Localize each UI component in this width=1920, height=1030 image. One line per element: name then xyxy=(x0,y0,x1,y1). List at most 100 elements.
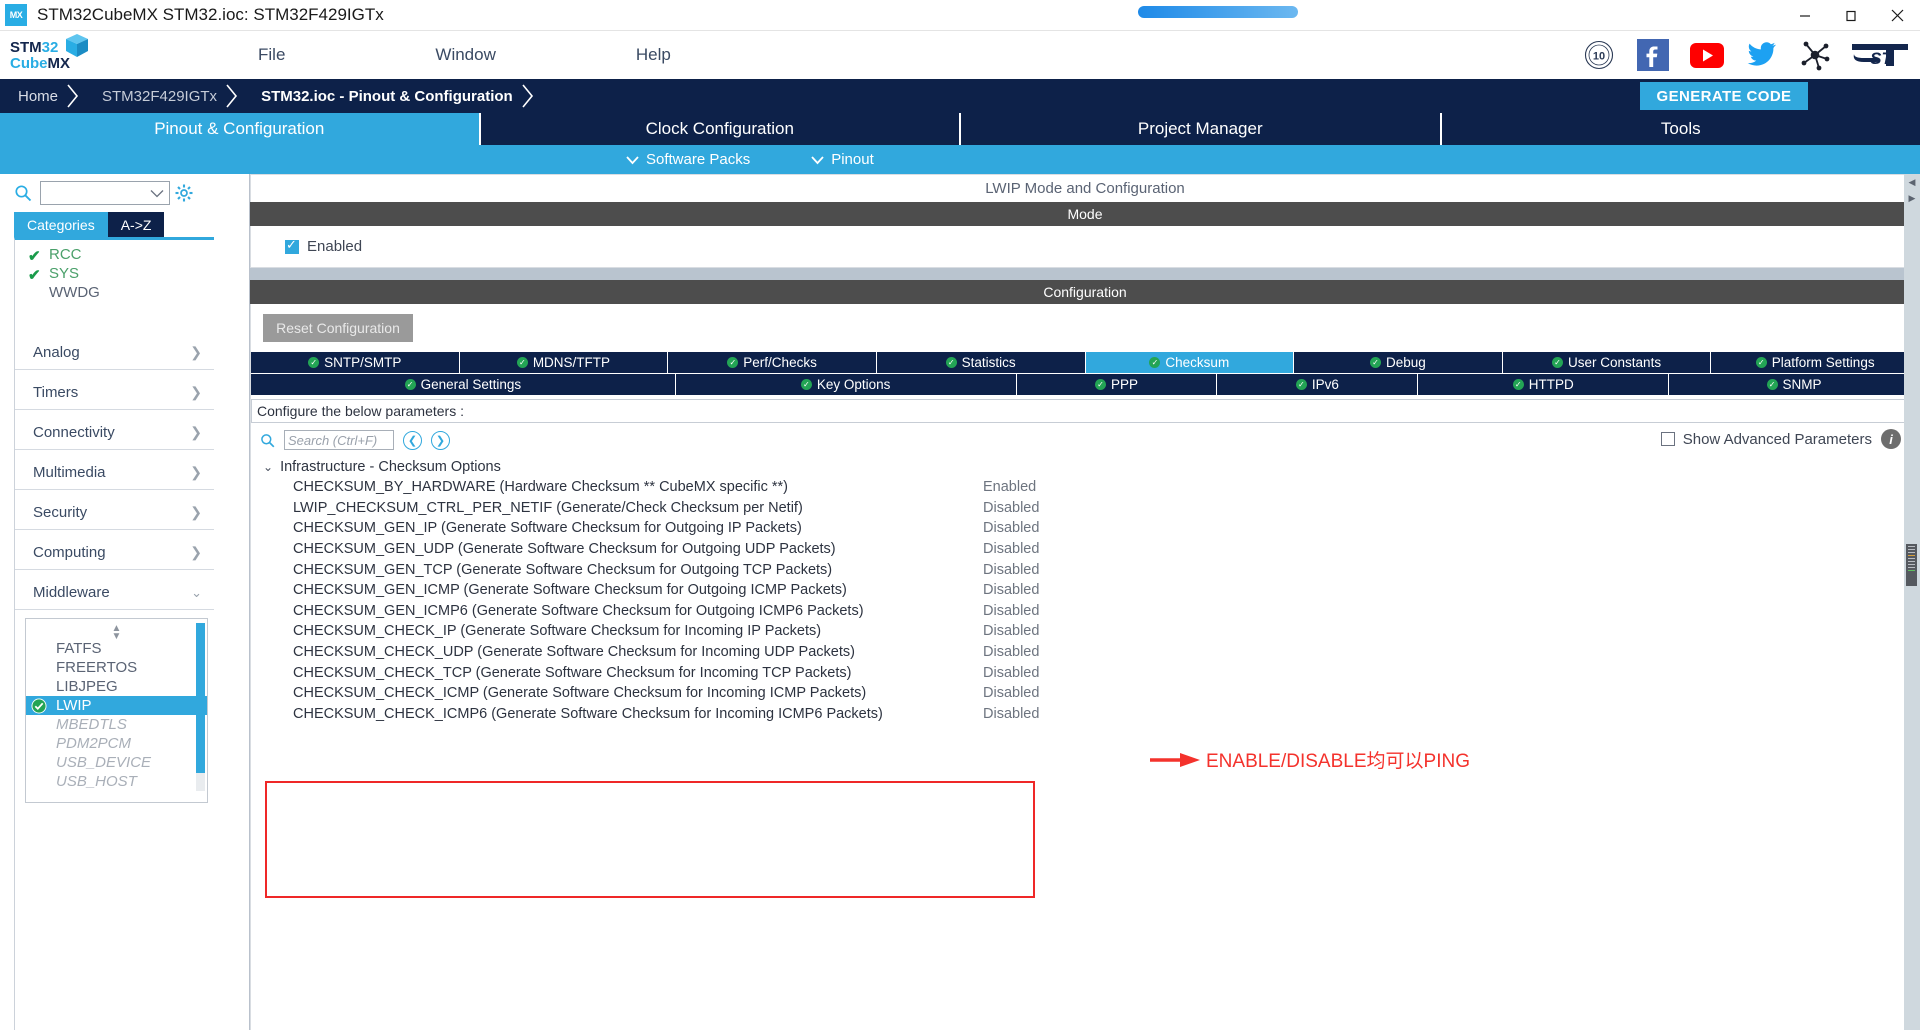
sidebar-item-wwdg[interactable]: WWDG xyxy=(15,283,214,302)
middleware-item-usb-host[interactable]: USB_HOST xyxy=(26,772,207,791)
parameter-value[interactable]: Disabled xyxy=(983,562,1039,578)
config-tab-ipv6[interactable]: ✓ IPv6 xyxy=(1217,374,1419,396)
config-tab-debug[interactable]: ✓ Debug xyxy=(1294,352,1503,374)
middleware-item-fatfs[interactable]: FATFS xyxy=(26,639,207,658)
scroll-spinner-icon[interactable]: ▲ ▼ xyxy=(26,624,207,642)
generate-code-button[interactable]: GENERATE CODE xyxy=(1640,82,1808,110)
check-circle-icon: ✓ xyxy=(1295,379,1307,390)
config-tab-perf-checks[interactable]: ✓ Perf/Checks xyxy=(668,352,877,374)
table-row[interactable]: CHECKSUM_CHECK_ICMP6 (Generate Software … xyxy=(293,704,1919,725)
sidebar-tab-a-to-z[interactable]: A->Z xyxy=(107,212,165,237)
sidebar-category-connectivity[interactable]: Connectivity ❯ xyxy=(15,416,214,450)
panel-vertical-scrollbar[interactable]: ◀ ▶ xyxy=(1904,174,1920,1030)
chevron-left-circle-icon[interactable]: ❮ xyxy=(403,430,422,450)
tab-tools[interactable]: Tools xyxy=(1442,113,1920,145)
parameter-value[interactable]: Disabled xyxy=(983,685,1039,701)
minimize-button[interactable] xyxy=(1782,0,1828,31)
config-tab-statistics[interactable]: ✓ Statistics xyxy=(876,352,1086,374)
parameter-value[interactable]: Disabled xyxy=(983,665,1039,681)
config-tab-key-options[interactable]: ✓ Key Options xyxy=(675,374,1017,396)
middleware-item-freertos[interactable]: FREERTOS xyxy=(26,658,207,677)
sidebar-search-input[interactable] xyxy=(46,185,150,201)
sidebar-category-security[interactable]: Security ❯ xyxy=(15,496,214,530)
sidebar-tab-categories[interactable]: Categories xyxy=(14,212,108,237)
parameter-value[interactable]: Enabled xyxy=(983,479,1036,495)
table-row[interactable]: CHECKSUM_CHECK_TCP (Generate Software Ch… xyxy=(293,662,1919,683)
lwip-enabled-checkbox[interactable]: Enabled xyxy=(285,237,362,255)
youtube-icon[interactable] xyxy=(1688,36,1726,74)
sub-tab-software-packs[interactable]: Software Packs xyxy=(625,151,750,168)
parameter-value[interactable]: Disabled xyxy=(983,520,1039,536)
parameter-value[interactable]: Disabled xyxy=(983,644,1039,660)
config-tab-general-settings[interactable]: ✓ General Settings xyxy=(251,374,676,396)
table-row[interactable]: CHECKSUM_GEN_TCP (Generate Software Chec… xyxy=(293,559,1919,580)
config-tab-checksum[interactable]: ✓ Checksum xyxy=(1085,352,1295,374)
close-button[interactable] xyxy=(1874,0,1920,31)
middleware-item-pdm2pcm[interactable]: PDM2PCM xyxy=(26,734,207,753)
sidebar-item-sys[interactable]: ✔ SYS xyxy=(15,264,214,284)
parameter-group-header[interactable]: ⌄ Infrastructure - Checksum Options xyxy=(251,457,1919,476)
config-tab-user-constants[interactable]: ✓ User Constants xyxy=(1502,352,1712,374)
menu-help[interactable]: Help xyxy=(616,45,691,65)
maximize-restore-button[interactable] xyxy=(1828,0,1874,31)
middleware-item-usb-device[interactable]: USB_DEVICE xyxy=(26,753,207,772)
breadcrumb-item-home[interactable]: Home xyxy=(0,79,84,113)
tab-pinout-configuration[interactable]: Pinout & Configuration xyxy=(0,113,481,145)
scroll-down-icon[interactable]: ▶ xyxy=(1904,190,1920,206)
table-row[interactable]: CHECKSUM_GEN_ICMP6 (Generate Software Ch… xyxy=(293,601,1919,622)
config-tab-httpd[interactable]: ✓ HTTPD xyxy=(1418,374,1670,396)
menu-file[interactable]: File xyxy=(238,45,305,65)
menu-window[interactable]: Window xyxy=(415,45,515,65)
config-tab-snmp[interactable]: ✓ SNMP xyxy=(1669,374,1919,396)
sub-tab-pinout[interactable]: Pinout xyxy=(810,151,874,168)
table-row[interactable]: CHECKSUM_GEN_IP (Generate Software Check… xyxy=(293,518,1919,539)
chevron-down-icon[interactable] xyxy=(150,189,164,198)
twitter-icon[interactable] xyxy=(1742,36,1780,74)
check-circle-icon: ✓ xyxy=(727,357,739,368)
tab-clock-configuration[interactable]: Clock Configuration xyxy=(481,113,961,145)
sidebar-category-multimedia[interactable]: Multimedia ❯ xyxy=(15,456,214,490)
table-row[interactable]: CHECKSUM_CHECK_ICMP (Generate Software C… xyxy=(293,683,1919,704)
sidebar-category-analog[interactable]: Analog ❯ xyxy=(15,336,214,370)
community-network-icon[interactable] xyxy=(1796,36,1834,74)
middleware-item-lwip[interactable]: LWIP xyxy=(26,696,207,715)
parameter-value[interactable]: Disabled xyxy=(983,582,1039,598)
parameter-value[interactable]: Disabled xyxy=(983,541,1039,557)
anniversary-10-years-icon[interactable]: 10 xyxy=(1580,36,1618,74)
sidebar-category-middleware[interactable]: Middleware ⌄ xyxy=(15,576,214,610)
info-icon[interactable]: i xyxy=(1881,429,1901,449)
table-row[interactable]: CHECKSUM_GEN_UDP (Generate Software Chec… xyxy=(293,539,1919,560)
facebook-icon[interactable] xyxy=(1634,36,1672,74)
st-logo-icon[interactable]: ST xyxy=(1850,36,1912,74)
show-advanced-parameters-checkbox[interactable]: Show Advanced Parameters xyxy=(1660,431,1872,448)
config-tab-sntp-smtp[interactable]: ✓ SNTP/SMTP xyxy=(251,352,460,374)
breadcrumb-item-device[interactable]: STM32F429IGTx xyxy=(84,79,243,113)
chevron-right-circle-icon[interactable]: ❯ xyxy=(431,430,450,450)
parameter-search-input[interactable]: Search (Ctrl+F) xyxy=(284,430,394,450)
middleware-vertical-scrollbar[interactable] xyxy=(196,623,205,791)
table-row[interactable]: CHECKSUM_GEN_ICMP (Generate Software Che… xyxy=(293,580,1919,601)
table-row[interactable]: CHECKSUM_CHECK_IP (Generate Software Che… xyxy=(293,621,1919,642)
config-tab-mdns-tftp[interactable]: ✓ MDNS/TFTP xyxy=(459,352,669,374)
table-row[interactable]: CHECKSUM_BY_HARDWARE (Hardware Checksum … xyxy=(293,477,1919,498)
sidebar-category-computing[interactable]: Computing ❯ xyxy=(15,536,214,570)
scrollbar-thumb[interactable] xyxy=(1906,544,1917,586)
parameter-value[interactable]: Disabled xyxy=(983,706,1039,722)
scroll-up-icon[interactable]: ◀ xyxy=(1904,174,1920,190)
table-row[interactable]: CHECKSUM_CHECK_UDP (Generate Software Ch… xyxy=(293,642,1919,663)
sidebar-item-rcc[interactable]: ✔ RCC xyxy=(15,245,214,265)
sidebar-search-combo[interactable] xyxy=(40,181,170,205)
config-tab-ppp[interactable]: ✓ PPP xyxy=(1016,374,1218,396)
parameter-value[interactable]: Disabled xyxy=(983,603,1039,619)
config-tab-platform-settings[interactable]: ✓ Platform Settings xyxy=(1711,352,1919,374)
table-row[interactable]: LWIP_CHECKSUM_CTRL_PER_NETIF (Generate/C… xyxy=(293,498,1919,519)
reset-configuration-button[interactable]: Reset Configuration xyxy=(263,314,413,342)
breadcrumb-item-current[interactable]: STM32.ioc - Pinout & Configuration xyxy=(243,79,539,113)
parameter-value[interactable]: Disabled xyxy=(983,500,1039,516)
tab-project-manager[interactable]: Project Manager xyxy=(961,113,1442,145)
parameter-value[interactable]: Disabled xyxy=(983,623,1039,639)
middleware-item-mbedtls[interactable]: MBEDTLS xyxy=(26,715,207,734)
gear-icon[interactable] xyxy=(174,183,194,203)
middleware-item-libjpeg[interactable]: LIBJPEG xyxy=(26,677,207,696)
sidebar-category-timers[interactable]: Timers ❯ xyxy=(15,376,214,410)
